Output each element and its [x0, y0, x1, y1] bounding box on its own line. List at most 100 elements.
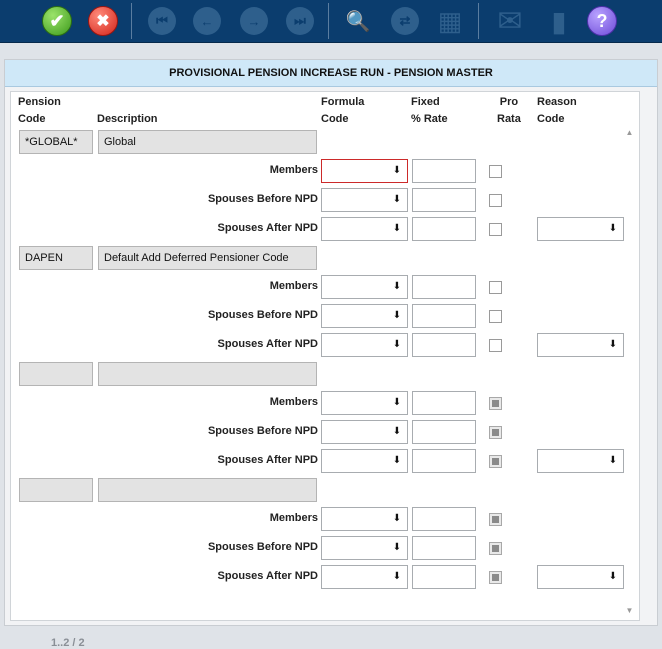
scroll-up-icon[interactable]: ▲: [623, 127, 636, 139]
fixed-rate-input[interactable]: [412, 159, 476, 183]
reason-code-dropdown[interactable]: ⬇: [537, 217, 624, 241]
header-fixed-rate: Fixed% Rate: [411, 96, 448, 125]
row-label: Spouses After NPD: [217, 454, 318, 466]
fixed-rate-input[interactable]: [412, 449, 476, 473]
fixed-rate-input[interactable]: [412, 217, 476, 241]
next-record-icon[interactable]: →: [238, 5, 270, 37]
pro-rata-checkbox[interactable]: [489, 513, 502, 526]
row-label: Members: [269, 396, 318, 408]
fixed-rate-input[interactable]: [412, 420, 476, 444]
formula-code-dropdown[interactable]: ⬇: [321, 565, 408, 589]
description-field[interactable]: [98, 362, 317, 386]
row-label: Spouses Before NPD: [207, 541, 318, 553]
formula-code-dropdown[interactable]: ⬇: [321, 333, 408, 357]
dropdown-arrow-icon: ⬇: [608, 455, 618, 466]
fixed-rate-input[interactable]: [412, 391, 476, 415]
fixed-rate-input[interactable]: [412, 275, 476, 299]
row-label: Spouses After NPD: [217, 338, 318, 350]
description-field[interactable]: Default Add Deferred Pensioner Code: [98, 246, 317, 270]
dropdown-arrow-icon: ⬇: [392, 455, 402, 466]
pager-status: 1..2 / 2: [51, 637, 85, 649]
dropdown-arrow-icon: ⬇: [392, 426, 402, 437]
first-record-icon[interactable]: ⏮: [146, 5, 178, 37]
help-icon[interactable]: ?: [586, 5, 618, 37]
row-label: Spouses Before NPD: [207, 193, 318, 205]
dropdown-arrow-icon: ⬇: [392, 165, 402, 176]
formula-code-dropdown[interactable]: ⬇: [321, 159, 408, 183]
pro-rata-checkbox[interactable]: [489, 165, 502, 178]
dropdown-arrow-icon: ⬇: [392, 194, 402, 205]
header-formula-code: Formula Code: [321, 96, 365, 125]
fixed-rate-input[interactable]: [412, 565, 476, 589]
formula-code-dropdown[interactable]: ⬇: [321, 449, 408, 473]
fixed-rate-input[interactable]: [412, 536, 476, 560]
formula-code-dropdown[interactable]: ⬇: [321, 188, 408, 212]
form-panel: PROVISIONAL PENSION INCREASE RUN - PENSI…: [4, 59, 658, 649]
formula-code-dropdown[interactable]: ⬇: [321, 391, 408, 415]
header-reason-code: Reason Code: [537, 96, 577, 125]
description-field[interactable]: [98, 478, 317, 502]
pension-code-field[interactable]: DAPEN: [19, 246, 93, 270]
formula-code-dropdown[interactable]: ⬇: [321, 507, 408, 531]
pension-master-grid: Pension Code Description Formula Code Fixe…: [10, 91, 640, 649]
dropdown-arrow-icon: ⬇: [392, 397, 402, 408]
previous-record-icon[interactable]: ←: [191, 5, 223, 37]
fixed-rate-input[interactable]: [412, 333, 476, 357]
mail-icon[interactable]: ✉: [494, 5, 526, 38]
search-icon[interactable]: 🔍: [342, 5, 374, 37]
dropdown-arrow-icon: ⬇: [608, 223, 618, 234]
fixed-rate-input[interactable]: [412, 507, 476, 531]
pro-rata-checkbox[interactable]: [489, 223, 502, 236]
pro-rata-checkbox[interactable]: [489, 571, 502, 584]
pro-rata-checkbox[interactable]: [489, 310, 502, 323]
pension-code-field[interactable]: [19, 362, 93, 386]
dropdown-arrow-icon: ⬇: [392, 513, 402, 524]
vertical-scrollbar[interactable]: ▲ ▼: [623, 127, 636, 617]
pro-rata-checkbox[interactable]: [489, 426, 502, 439]
row-label: Spouses Before NPD: [207, 309, 318, 321]
dropdown-arrow-icon: ⬇: [608, 339, 618, 350]
pro-rata-checkbox[interactable]: [489, 455, 502, 468]
last-record-icon[interactable]: ⏭: [284, 5, 316, 37]
header-pension-code: Pension Code: [18, 96, 61, 125]
formula-code-dropdown[interactable]: ⬇: [321, 217, 408, 241]
row-label: Spouses After NPD: [217, 570, 318, 582]
notepad-icon[interactable]: ▦: [434, 5, 466, 37]
reason-code-dropdown[interactable]: ⬇: [537, 449, 624, 473]
refresh-icon[interactable]: ⇄: [389, 5, 421, 37]
scroll-down-icon[interactable]: ▼: [623, 605, 636, 617]
cancel-icon[interactable]: ✖: [87, 5, 119, 37]
reason-code-dropdown[interactable]: ⬇: [537, 333, 624, 357]
pro-rata-checkbox[interactable]: [489, 194, 502, 207]
pro-rata-checkbox[interactable]: [489, 397, 502, 410]
check-icon[interactable]: ✔: [41, 5, 73, 37]
row-label: Spouses Before NPD: [207, 425, 318, 437]
dropdown-arrow-icon: ⬇: [392, 223, 402, 234]
pension-code-field[interactable]: [19, 478, 93, 502]
header-description: Description: [97, 113, 158, 125]
row-label: Spouses After NPD: [217, 222, 318, 234]
dropdown-arrow-icon: ⬇: [392, 281, 402, 292]
row-label: Members: [269, 164, 318, 176]
header-pro-rata: Pro Rata: [497, 96, 521, 125]
pro-rata-checkbox[interactable]: [489, 339, 502, 352]
formula-code-dropdown[interactable]: ⬇: [321, 275, 408, 299]
dropdown-arrow-icon: ⬇: [392, 571, 402, 582]
book-icon[interactable]: ▮: [543, 5, 575, 37]
formula-code-dropdown[interactable]: ⬇: [321, 536, 408, 560]
dropdown-arrow-icon: ⬇: [392, 339, 402, 350]
formula-code-dropdown[interactable]: ⬇: [321, 304, 408, 328]
description-field[interactable]: Global: [98, 130, 317, 154]
dropdown-arrow-icon: ⬇: [608, 571, 618, 582]
formula-code-dropdown[interactable]: ⬇: [321, 420, 408, 444]
fixed-rate-input[interactable]: [412, 188, 476, 212]
row-label: Members: [269, 512, 318, 524]
reason-code-dropdown[interactable]: ⬇: [537, 565, 624, 589]
page-title: PROVISIONAL PENSION INCREASE RUN - PENSI…: [5, 60, 657, 87]
pension-code-field[interactable]: *GLOBAL*: [19, 130, 93, 154]
pro-rata-checkbox[interactable]: [489, 281, 502, 294]
toolbar: ✔ ✖ ⏮ ← → ⏭ 🔍 ⇄ ▦ ✉ ▮ ?: [0, 0, 662, 43]
fixed-rate-input[interactable]: [412, 304, 476, 328]
dropdown-arrow-icon: ⬇: [392, 542, 402, 553]
pro-rata-checkbox[interactable]: [489, 542, 502, 555]
